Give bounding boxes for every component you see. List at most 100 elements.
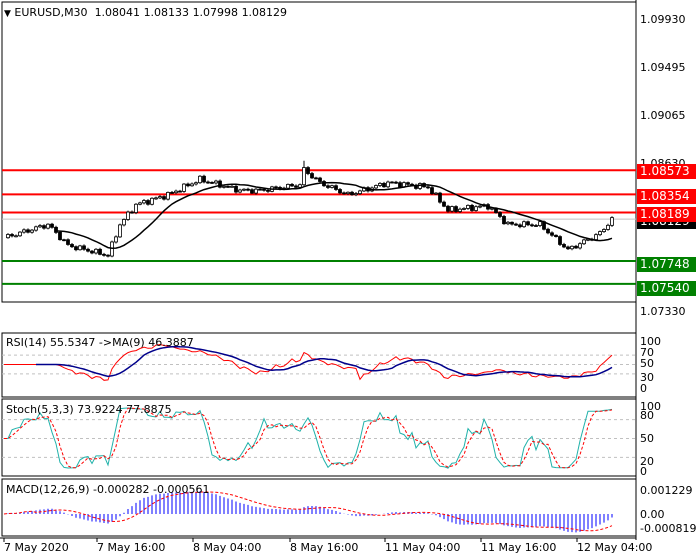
level-tag: 1.08354 bbox=[637, 189, 696, 204]
candle-body bbox=[314, 177, 318, 180]
stoch-tick: 80 bbox=[640, 409, 654, 422]
pane-border bbox=[1, 1, 637, 303]
time-tick: 11 May 04:00 bbox=[385, 541, 461, 554]
candle-body bbox=[74, 246, 78, 251]
candle-body bbox=[258, 188, 262, 191]
candle-body bbox=[406, 182, 410, 185]
candle-body bbox=[122, 219, 126, 226]
time-tick: 8 May 04:00 bbox=[193, 541, 262, 554]
level-tag: 1.07748 bbox=[637, 257, 696, 272]
candle-body bbox=[14, 235, 18, 238]
level-tag: 1.08189 bbox=[637, 207, 696, 222]
dropdown-arrow-icon[interactable]: ▼ bbox=[4, 9, 11, 19]
candle-body bbox=[254, 188, 258, 194]
candle-body bbox=[50, 223, 54, 228]
candle-body bbox=[178, 190, 182, 193]
time-tick: 7 May 2020 bbox=[4, 541, 69, 554]
candle-body bbox=[194, 182, 198, 185]
candle-body bbox=[158, 196, 162, 199]
candle-body bbox=[394, 181, 398, 184]
candle-body bbox=[342, 192, 346, 195]
candle-body bbox=[202, 175, 206, 183]
candle-body bbox=[442, 201, 446, 207]
candle-body bbox=[546, 228, 550, 234]
time-tick: 11 May 16:00 bbox=[481, 541, 557, 554]
candle-body bbox=[538, 221, 542, 226]
candle-body bbox=[298, 184, 302, 188]
candle-body bbox=[94, 248, 98, 254]
candle-body bbox=[18, 231, 22, 237]
candle-body bbox=[66, 239, 70, 245]
price-tick: 1.07330 bbox=[640, 305, 686, 318]
candle-body bbox=[198, 175, 202, 184]
ohlc-low: 1.07998 bbox=[192, 6, 239, 19]
candle-body bbox=[558, 236, 562, 245]
candle-body bbox=[6, 234, 10, 239]
candle-body bbox=[326, 185, 330, 188]
candle-body bbox=[438, 192, 442, 203]
candle-body bbox=[574, 245, 578, 249]
candle-body bbox=[582, 239, 586, 245]
level-tag: 1.07540 bbox=[637, 281, 696, 296]
candle-body bbox=[306, 167, 310, 174]
candle-body bbox=[318, 177, 322, 182]
candle-body bbox=[134, 203, 138, 213]
stoch-tick: 50 bbox=[640, 432, 654, 445]
candle-body bbox=[10, 234, 14, 237]
candle-body bbox=[530, 224, 534, 227]
candle-body bbox=[498, 212, 502, 217]
macd-tick: 0.00 bbox=[640, 508, 665, 521]
candle-body bbox=[234, 185, 238, 193]
candle-body bbox=[382, 182, 386, 188]
time-tick: 12 May 04:00 bbox=[577, 541, 653, 554]
candle-body bbox=[378, 182, 382, 186]
candle-body bbox=[142, 200, 146, 204]
candle-body bbox=[302, 167, 306, 186]
candle-body bbox=[82, 245, 86, 250]
candle-body bbox=[290, 183, 294, 187]
candle-body bbox=[170, 191, 174, 194]
candle-body bbox=[602, 229, 606, 232]
candle-body bbox=[550, 232, 554, 236]
candle-body bbox=[434, 192, 438, 195]
rsi-label: RSI(14) 55.5347 ->MA(9) 46.3887 bbox=[6, 336, 194, 349]
ohlc-close: 1.08129 bbox=[241, 6, 288, 19]
stoch-label: Stoch(5,3,3) 73.9224 77.8875 bbox=[6, 403, 172, 416]
candle-body bbox=[222, 185, 226, 188]
candle-body bbox=[182, 183, 186, 192]
candle-body bbox=[330, 185, 334, 188]
candle-body bbox=[354, 193, 358, 196]
candle-body bbox=[210, 181, 214, 184]
candle-body bbox=[478, 205, 482, 208]
candle-body bbox=[334, 185, 338, 190]
candle-body bbox=[26, 229, 30, 233]
candle-body bbox=[246, 188, 250, 191]
macd-tick: 0.001229 bbox=[640, 484, 693, 497]
candle-body bbox=[242, 188, 246, 191]
ohlc-open: 1.08041 bbox=[94, 6, 141, 19]
candle-body bbox=[266, 189, 270, 192]
candle-body bbox=[446, 205, 450, 212]
candle-body bbox=[462, 208, 466, 210]
candle-body bbox=[34, 226, 38, 231]
candle-body bbox=[226, 185, 230, 188]
candle-body bbox=[454, 206, 458, 212]
candle-body bbox=[186, 183, 190, 187]
candle-body bbox=[62, 239, 66, 242]
candle-body bbox=[518, 224, 522, 228]
candle-body bbox=[274, 186, 278, 189]
candle-body bbox=[566, 246, 570, 250]
candle-body bbox=[398, 182, 402, 188]
candle-body bbox=[474, 206, 478, 211]
candle-body bbox=[86, 248, 90, 252]
candle-body bbox=[430, 187, 434, 195]
candle-body bbox=[374, 185, 378, 189]
candle-body bbox=[114, 236, 118, 243]
price-tick: 1.09930 bbox=[640, 13, 686, 26]
candle-body bbox=[562, 244, 566, 248]
candle-body bbox=[154, 197, 158, 200]
price-tick: 1.09065 bbox=[640, 109, 686, 122]
candle-body bbox=[102, 253, 106, 256]
candle-body bbox=[30, 229, 34, 233]
candle-body bbox=[610, 217, 614, 226]
